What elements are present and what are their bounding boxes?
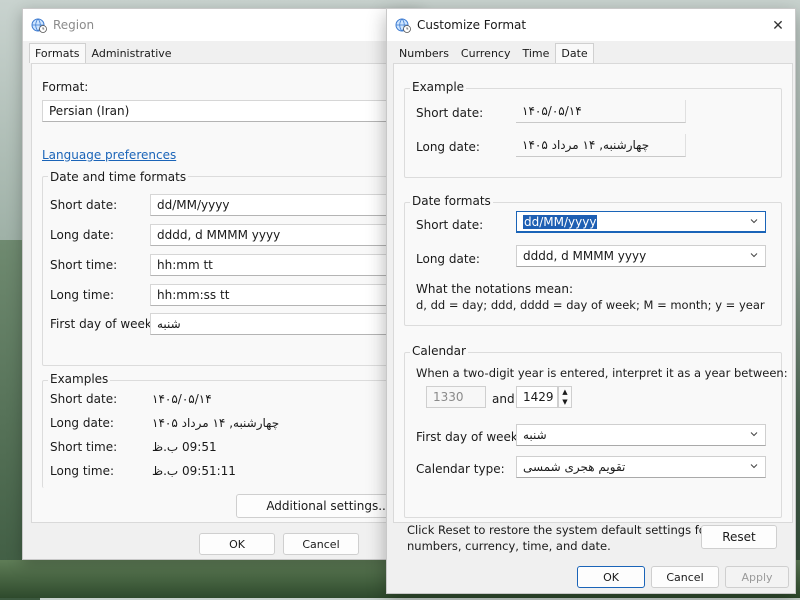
close-icon[interactable]: ✕ (767, 15, 789, 37)
date-time-formats-title: Date and time formats (48, 170, 189, 184)
date-formats-title: Date formats (410, 194, 493, 208)
globe-clock-icon (395, 17, 411, 33)
customize-window-title: Customize Format (417, 18, 527, 32)
calendar-first-day-label: First day of week: (416, 430, 522, 444)
examples-title: Examples (48, 372, 111, 386)
long-date-format-label: Long date: (416, 252, 480, 266)
format-label: Format: (42, 80, 89, 94)
tab-numbers[interactable]: Numbers (393, 43, 455, 63)
region-cancel-button[interactable]: Cancel (283, 533, 359, 555)
first-day-field[interactable]: شنبه (150, 313, 420, 335)
first-day-label: First day of week: (50, 317, 156, 331)
customize-ok-button[interactable]: OK (577, 566, 645, 588)
long-time-label: Long time: (50, 288, 115, 302)
calendar-type-combo[interactable]: تقویم هجری شمسی (516, 456, 766, 478)
two-digit-year-text: When a two-digit year is entered, interp… (416, 366, 788, 380)
notation-text: d, dd = day; ddd, dddd = day of week; M … (416, 298, 765, 312)
calendar-type-label: Calendar type: (416, 462, 505, 476)
region-window-title: Region (53, 18, 95, 32)
long-time-field[interactable]: hh:mm:ss tt (150, 284, 420, 306)
example-long-date-value: چهارشنبه, ۱۴ مرداد ۱۴۰۵ (152, 416, 280, 430)
spin-up-icon[interactable]: ▲ (559, 387, 571, 397)
and-label: and (492, 392, 515, 406)
short-date-field[interactable]: dd/MM/yyyy (150, 194, 420, 216)
region-tabs: Formats Administrative (23, 41, 421, 63)
region-titlebar[interactable]: Region (23, 9, 421, 41)
example-short-date-label: Short date: (50, 392, 118, 406)
first-day-of-week-combo[interactable]: شنبه (516, 424, 766, 446)
year-from-field: 1330 (426, 386, 486, 408)
format-combo[interactable]: Persian (Iran) (42, 100, 420, 122)
long-date-label: Long date: (50, 228, 114, 242)
long-date-format-value: dddd, d MMMM yyyy (523, 249, 647, 263)
example-long-time-value: 09:51:11 ب.ظ (152, 464, 236, 478)
example-long-time-label: Long time: (50, 464, 115, 478)
globe-clock-icon (31, 17, 47, 33)
example-long-date-box: چهارشنبه, ۱۴ مرداد ۱۴۰۵ (516, 134, 686, 157)
example-short-time-value: 09:51 ب.ظ (152, 440, 217, 454)
example-short-date-box: ۱۴۰۵/۰۵/۱۴ (516, 100, 686, 123)
tab-date[interactable]: Date (555, 43, 594, 63)
long-date-format-combo[interactable]: dddd, d MMMM yyyy (516, 245, 766, 267)
short-date-label: Short date: (50, 198, 118, 212)
long-date-field[interactable]: dddd, d MMMM yyyy (150, 224, 420, 246)
reset-info-line-2: numbers, currency, time, and date. (407, 539, 611, 553)
region-ok-button[interactable]: OK (199, 533, 275, 555)
example-group-title: Example (410, 80, 467, 94)
customize-tabs: Numbers Currency Time Date (387, 41, 795, 63)
first-day-of-week-value: شنبه (523, 428, 547, 442)
region-window: Region Formats Administrative Format: Pe… (22, 8, 432, 560)
spin-down-icon[interactable]: ▼ (559, 397, 571, 407)
tab-time[interactable]: Time (516, 43, 555, 63)
calendar-type-value: تقویم هجری شمسی (523, 460, 626, 474)
customize-titlebar[interactable]: Customize Format (387, 9, 795, 41)
reset-info-line-1: Click Reset to restore the system defaul… (407, 523, 711, 537)
example-long-date-label: Long date: (50, 416, 114, 430)
short-date-format-combo[interactable]: dd/MM/yyyy (516, 211, 766, 233)
year-to-field[interactable]: 1429 (516, 386, 558, 408)
example-short-date-value: ۱۴۰۵/۰۵/۱۴ (152, 392, 212, 406)
reset-button[interactable]: Reset (701, 525, 777, 549)
chevron-down-icon (750, 219, 758, 224)
notation-title: What the notations mean: (416, 282, 573, 296)
short-date-format-value: dd/MM/yyyy (523, 215, 598, 229)
formats-tab-panel: Format: Persian (Iran) Language preferen… (31, 63, 432, 523)
date-tab-panel: Example Short date: ۱۴۰۵/۰۵/۱۴ Long date… (393, 63, 793, 523)
customize-apply-button: Apply (725, 566, 789, 588)
chevron-down-icon (750, 464, 758, 469)
short-time-field[interactable]: hh:mm tt (150, 254, 420, 276)
tab-formats[interactable]: Formats (29, 43, 86, 63)
language-preferences-link[interactable]: Language preferences (42, 148, 176, 162)
chevron-down-icon (750, 432, 758, 437)
short-date-format-label: Short date: (416, 218, 484, 232)
year-spinner[interactable]: ▲ ▼ (558, 386, 572, 408)
example-short-time-label: Short time: (50, 440, 118, 454)
tab-currency[interactable]: Currency (455, 43, 517, 63)
short-time-label: Short time: (50, 258, 118, 272)
customize-format-window: Customize Format ✕ Numbers Currency Time… (386, 8, 796, 594)
tab-administrative[interactable]: Administrative (86, 43, 178, 63)
chevron-down-icon (750, 253, 758, 258)
customize-cancel-button[interactable]: Cancel (651, 566, 719, 588)
example-short-date-label: Short date: (416, 106, 484, 120)
example-long-date-label: Long date: (416, 140, 480, 154)
calendar-title: Calendar (410, 344, 468, 358)
